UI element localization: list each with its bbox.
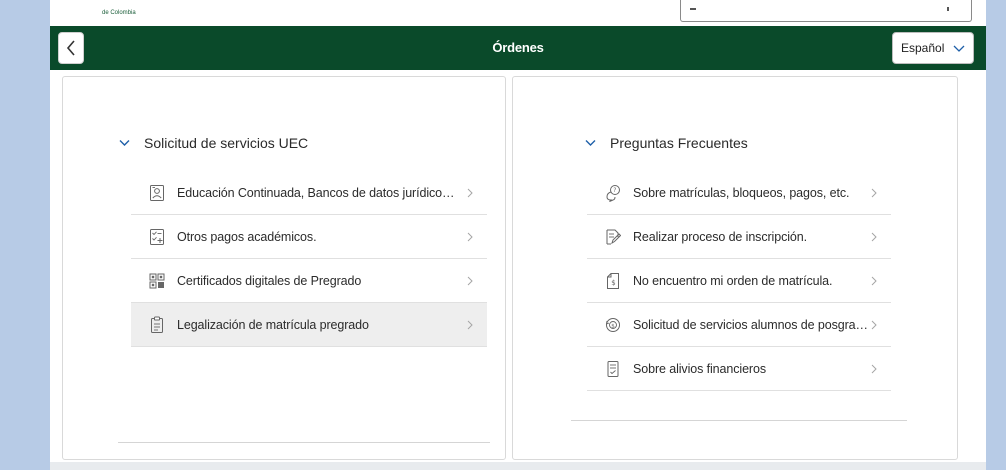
coin-cycle-icon: $ [605,316,621,334]
services-list: Educación Continuada, Bancos de datos ju… [131,171,487,347]
list-item-educacion-continuada[interactable]: Educación Continuada, Bancos de datos ju… [131,171,487,215]
qr-grid-icon [149,272,165,290]
chevron-right-icon [871,364,877,374]
page-title: Órdenes [492,40,544,55]
document-money-icon: $ [605,272,621,290]
svg-text:$: $ [611,279,615,287]
chevron-right-icon [467,320,473,330]
clipboard-icon [149,316,165,334]
faq-list: ? Sobre matrículas, bloqueos, pagos, etc… [587,171,891,391]
checklist-add-icon [149,228,165,246]
section-header-solicitud[interactable]: Solicitud de servicios UEC [119,135,308,151]
search-box[interactable] [680,0,972,22]
list-item-label: Solicitud de servicios alumnos de posgra… [633,317,873,332]
language-select[interactable]: Español [892,32,974,64]
chevron-right-icon [871,188,877,198]
faq-bubble-icon: ? [605,184,621,202]
chevron-right-icon [467,232,473,242]
list-item-label: Certificados digitales de Pregrado [177,273,362,288]
list-item-label: Otros pagos académicos. [177,229,317,244]
edit-document-icon [605,228,621,246]
content-area: Solicitud de servicios UEC Educación Con… [50,70,986,470]
list-item-alivios-financieros[interactable]: Sobre alivios financieros [587,347,891,391]
list-item-orden-matricula[interactable]: $ No encuentro mi orden de matrícula. [587,259,891,303]
svg-text:?: ? [613,187,616,194]
section-title: Solicitud de servicios UEC [144,135,309,151]
list-item-label: Sobre alivios financieros [633,361,766,376]
section-title: Preguntas Frecuentes [610,135,748,151]
panel-solicitud-servicios: Solicitud de servicios UEC Educación Con… [62,76,506,460]
list-item-label: Educación Continuada, Bancos de datos ju… [177,185,457,200]
top-strip: de Colombia [50,0,986,26]
brand-text: de Colombia [102,10,136,16]
list-item-legalizacion-matricula[interactable]: Legalización de matrícula pregrado [131,303,487,347]
app-window: de Colombia Órdenes Español Solicitud de… [50,0,986,470]
receipt-icon [605,360,621,378]
person-id-icon [149,184,165,202]
chevron-right-icon [467,276,473,286]
chevron-right-icon [467,188,473,198]
search-box-mark-right [947,7,949,11]
panel-preguntas-frecuentes: Preguntas Frecuentes ? Sobre matrículas,… [512,76,958,460]
svg-text:$: $ [611,323,615,329]
list-item-label: Sobre matrículas, bloqueos, pagos, etc. [633,185,850,200]
divider [571,420,907,421]
list-item-proceso-inscripcion[interactable]: Realizar proceso de inscripción. [587,215,891,259]
chevron-right-icon [871,276,877,286]
list-item-certificados-digitales[interactable]: Certificados digitales de Pregrado [131,259,487,303]
section-header-preguntas[interactable]: Preguntas Frecuentes [585,135,748,151]
list-item-sobre-matriculas[interactable]: ? Sobre matrículas, bloqueos, pagos, etc… [587,171,891,215]
divider [118,442,490,443]
search-box-mark [690,8,696,10]
chevron-down-icon [953,45,965,52]
chevron-right-icon [871,320,877,330]
shell-bar: Órdenes Español [50,26,986,70]
list-item-label: Realizar proceso de inscripción. [633,229,807,244]
bottom-strip [50,462,986,470]
list-item-label: No encuentro mi orden de matrícula. [633,273,833,288]
chevron-right-icon [871,232,877,242]
chevron-down-icon [119,140,130,146]
list-item-otros-pagos[interactable]: Otros pagos académicos. [131,215,487,259]
language-selected-value: Español [901,41,945,55]
chevron-down-icon [585,140,596,146]
list-item-label: Legalización de matrícula pregrado [177,317,369,332]
list-item-servicios-posgrados[interactable]: $ Solicitud de servicios alumnos de posg… [587,303,891,347]
